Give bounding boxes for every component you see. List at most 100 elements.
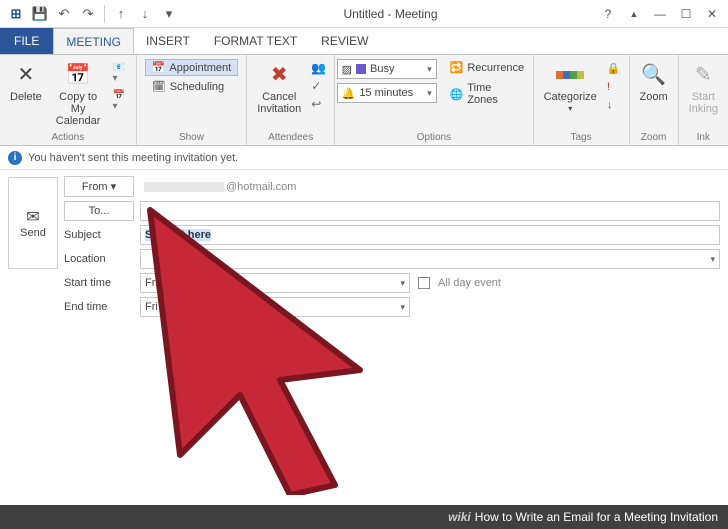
- categorize-icon: [556, 61, 584, 89]
- group-tags-label: Tags: [542, 131, 621, 143]
- tab-meeting[interactable]: MEETING: [53, 28, 134, 54]
- wikihow-footer: wiki How to Write an Email for a Meeting…: [0, 505, 728, 529]
- qat-customize-button[interactable]: ▾: [159, 4, 179, 24]
- meeting-form: ✉ Send From ▾ @hotmail.com To... Subject…: [0, 170, 728, 323]
- check-names-icon[interactable]: ✓: [311, 79, 326, 93]
- address-book-icon[interactable]: 👥: [311, 61, 326, 75]
- to-button[interactable]: To...: [64, 201, 134, 221]
- group-ink: ✎ Start Inking Ink: [679, 55, 728, 145]
- send-button[interactable]: ✉ Send: [8, 177, 58, 269]
- group-show: 📅 Appointment 🗓 Scheduling Show: [137, 55, 247, 145]
- end-date-field[interactable]: Fri 10/2/2015: [140, 297, 410, 317]
- recurrence-label: Recurrence: [467, 62, 524, 74]
- redo-button[interactable]: ↷: [78, 4, 98, 24]
- scheduling-icon: 🗓: [152, 80, 166, 93]
- chevron-down-icon: ▾: [427, 88, 432, 99]
- globe-icon: 🌐: [450, 88, 464, 101]
- zoom-icon: 🔍: [640, 61, 668, 89]
- tab-review[interactable]: REVIEW: [309, 28, 380, 54]
- save-button[interactable]: 💾: [30, 4, 50, 24]
- appointment-button[interactable]: 📅 Appointment: [145, 59, 238, 76]
- reminder-combo[interactable]: 🔔 15 minutes ▾: [337, 83, 437, 103]
- calendar-icon: 📅: [64, 61, 92, 89]
- footer-text: How to Write an Email for a Meeting Invi…: [475, 510, 718, 524]
- forward-icon[interactable]: 📧▾: [112, 62, 127, 84]
- show-as-value: Busy: [370, 63, 394, 75]
- appointment-icon: 📅: [152, 61, 166, 74]
- prev-button[interactable]: ↑: [111, 4, 131, 24]
- ink-label: Start Inking: [689, 91, 718, 115]
- to-field[interactable]: [140, 201, 720, 221]
- window-controls: ? ▲ — ☐ ✕: [596, 4, 728, 24]
- group-options: ▨ Busy ▾ 🔔 15 minutes ▾ 🔁 Recurrence 🌐: [335, 55, 533, 145]
- from-value: @hotmail.com: [140, 177, 720, 197]
- categorize-button[interactable]: Categorize ▾: [542, 59, 599, 116]
- pattern-icon: ▨: [342, 63, 352, 76]
- maximize-button[interactable]: ☐: [674, 4, 698, 24]
- location-field[interactable]: [140, 249, 720, 269]
- delete-button[interactable]: ✕ Delete: [8, 59, 44, 105]
- recurrence-button[interactable]: 🔁 Recurrence: [443, 59, 532, 76]
- delete-label: Delete: [10, 91, 42, 103]
- info-icon: i: [8, 151, 22, 165]
- group-ink-label: Ink: [687, 131, 720, 143]
- ribbon: ✕ Delete 📅 Copy to My Calendar 📧▾ 📅▾ Act…: [0, 54, 728, 146]
- group-zoom-label: Zoom: [638, 131, 670, 143]
- tab-insert[interactable]: INSERT: [134, 28, 202, 54]
- group-tags: Categorize ▾ 🔒 ! ↓ Tags: [534, 55, 630, 145]
- chevron-down-icon: ▾: [427, 64, 432, 75]
- location-label: Location: [64, 253, 134, 265]
- ink-icon: ✎: [689, 61, 717, 89]
- zoom-button[interactable]: 🔍 Zoom: [638, 59, 670, 105]
- reminder-value: 15 minutes: [359, 87, 413, 99]
- help-button[interactable]: ?: [596, 4, 620, 24]
- footer-brand: wiki: [448, 510, 471, 524]
- tab-format-text[interactable]: FORMAT TEXT: [202, 28, 309, 54]
- info-message: You haven't sent this meeting invitation…: [28, 152, 238, 164]
- cancel-icon: ✖: [265, 61, 293, 89]
- send-icon: ✉: [26, 207, 39, 227]
- response-options-icon[interactable]: ↩: [311, 97, 326, 111]
- info-bar: i You haven't sent this meeting invitati…: [0, 146, 728, 170]
- copy-to-calendar-button[interactable]: 📅 Copy to My Calendar: [52, 59, 105, 129]
- calendar-small-icon[interactable]: 📅▾: [112, 90, 127, 112]
- group-attendees: ✖ Cancel Invitation 👥 ✓ ↩ Attendees: [247, 55, 335, 145]
- minimize-button[interactable]: —: [648, 4, 672, 24]
- scheduling-button[interactable]: 🗓 Scheduling: [145, 78, 238, 95]
- send-label: Send: [20, 227, 46, 239]
- time-zones-label: Time Zones: [467, 82, 524, 106]
- show-as-combo[interactable]: ▨ Busy ▾: [337, 59, 437, 79]
- start-date-field[interactable]: Fri 10/2/2015: [140, 273, 410, 293]
- outlook-icon[interactable]: ⊞: [6, 4, 26, 24]
- delete-icon: ✕: [12, 61, 40, 89]
- categorize-label: Categorize: [544, 91, 597, 103]
- title-bar: ⊞ 💾 ↶ ↷ ↑ ↓ ▾ Untitled - Meeting ? ▲ — ☐…: [0, 0, 728, 28]
- undo-button[interactable]: ↶: [54, 4, 74, 24]
- cancel-invitation-button[interactable]: ✖ Cancel Invitation: [255, 59, 303, 117]
- high-importance-icon[interactable]: !: [607, 81, 621, 93]
- group-actions-label: Actions: [8, 131, 128, 143]
- tab-file[interactable]: FILE: [0, 28, 53, 54]
- subject-field[interactable]: Subject here: [140, 225, 720, 245]
- start-inking-button[interactable]: ✎ Start Inking: [687, 59, 720, 117]
- start-time-label: Start time: [64, 277, 134, 289]
- separator: [104, 5, 105, 23]
- appointment-label: Appointment: [169, 62, 231, 74]
- all-day-checkbox[interactable]: [418, 277, 430, 289]
- zoom-label: Zoom: [640, 91, 668, 103]
- all-day-label: All day event: [438, 277, 501, 289]
- ribbon-toggle-button[interactable]: ▲: [622, 4, 646, 24]
- from-button[interactable]: From ▾: [64, 176, 134, 197]
- low-importance-icon[interactable]: ↓: [607, 99, 621, 111]
- private-icon[interactable]: 🔒: [607, 62, 621, 75]
- busy-color-icon: [356, 64, 366, 74]
- quick-access-toolbar: ⊞ 💾 ↶ ↷ ↑ ↓ ▾: [0, 4, 185, 24]
- next-button[interactable]: ↓: [135, 4, 155, 24]
- cancel-label: Cancel Invitation: [257, 91, 301, 115]
- close-button[interactable]: ✕: [700, 4, 724, 24]
- window-title: Untitled - Meeting: [185, 7, 596, 21]
- time-zones-button[interactable]: 🌐 Time Zones: [443, 80, 532, 108]
- group-show-label: Show: [145, 131, 238, 143]
- group-attendees-label: Attendees: [255, 131, 326, 143]
- ribbon-tabstrip: FILE MEETING INSERT FORMAT TEXT REVIEW: [0, 28, 728, 54]
